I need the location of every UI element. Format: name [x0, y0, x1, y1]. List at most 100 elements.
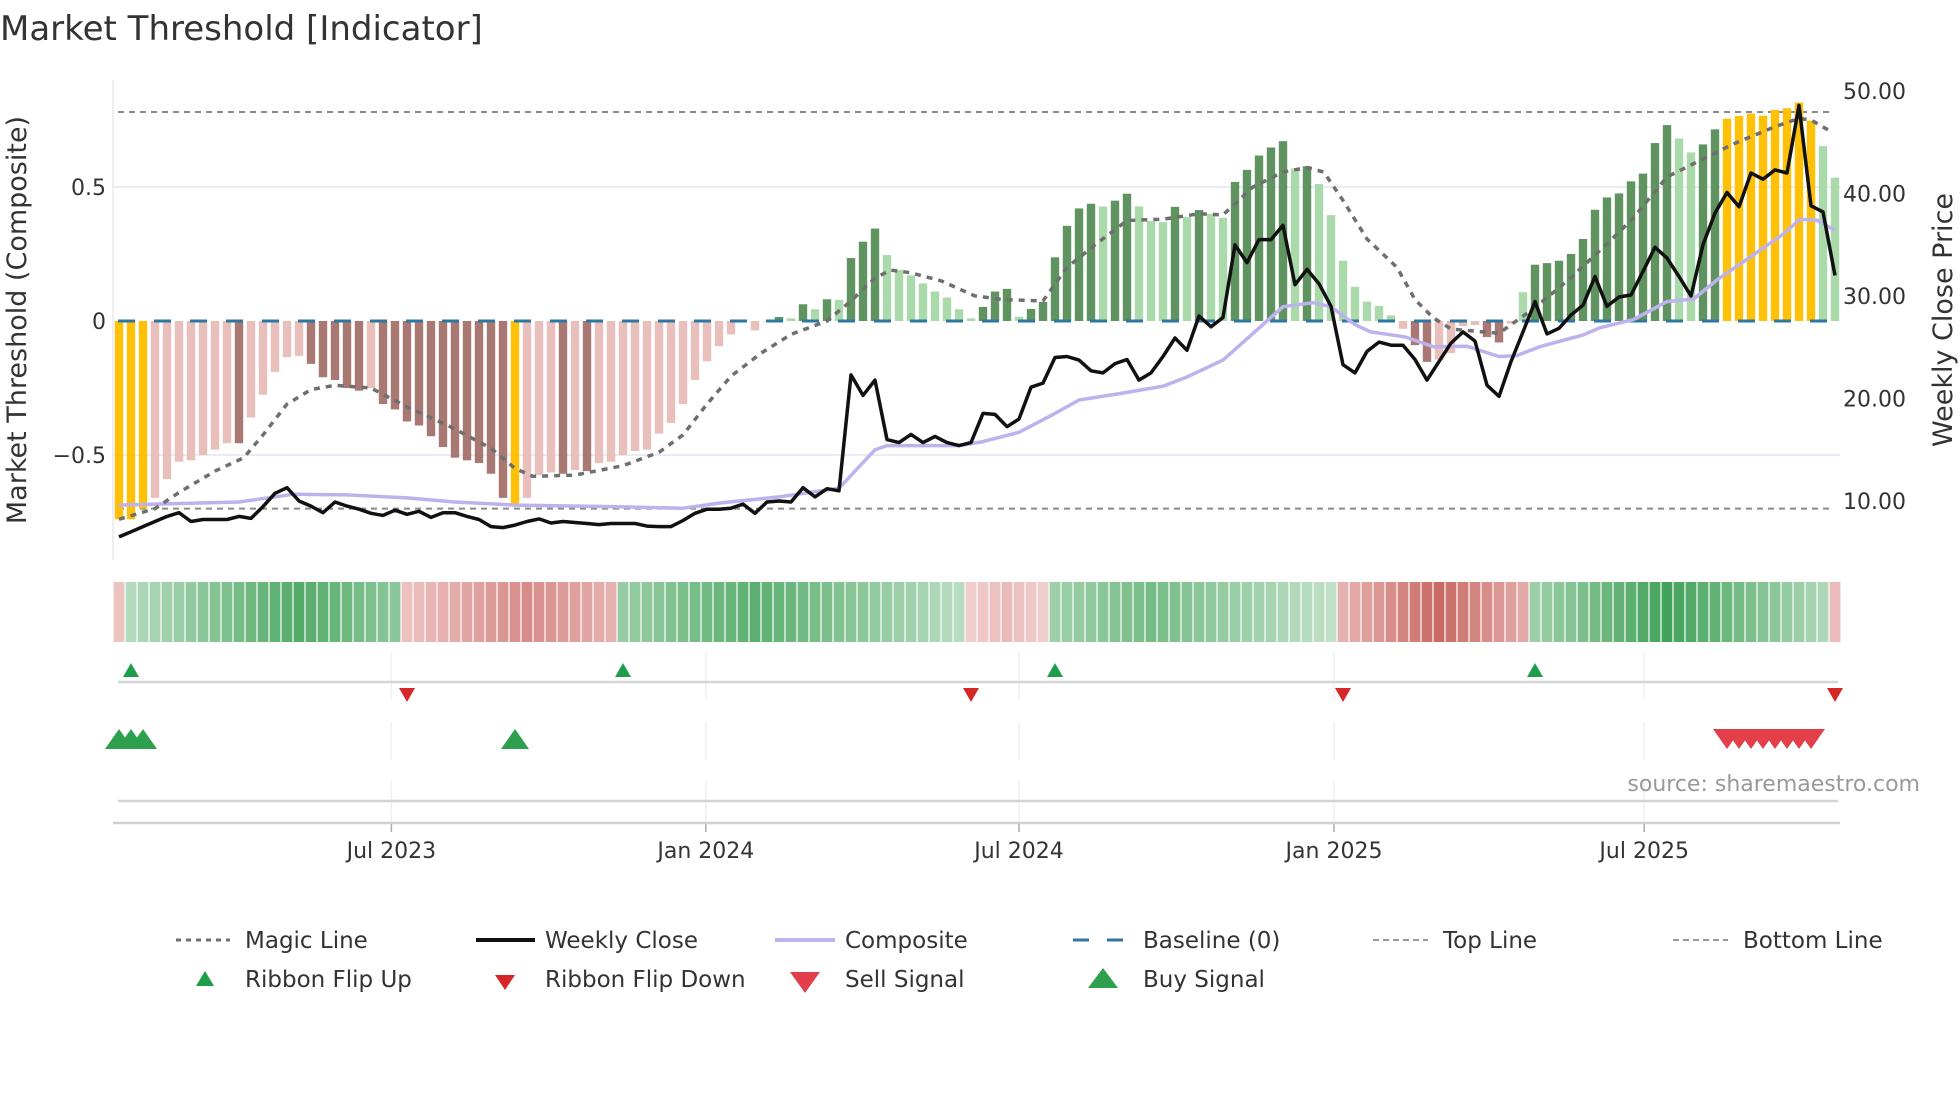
legend-item-ribbon-flip-up[interactable]: Ribbon Flip Up: [196, 967, 412, 993]
legend-label: Ribbon Flip Down: [545, 967, 746, 993]
ribbon-cell: [1517, 582, 1529, 642]
ribbon-cell: [665, 582, 677, 642]
composite-bar: [1590, 209, 1600, 321]
legend-item-bottom-line[interactable]: Bottom Line: [1673, 928, 1883, 954]
legend-item-buy-signal[interactable]: Buy Signal: [1088, 967, 1265, 993]
ribbon-cell: [1589, 582, 1601, 642]
ribbon-cell: [701, 582, 713, 642]
ribbon-cell: [1505, 582, 1517, 642]
ribbon-cell: [1025, 582, 1037, 642]
composite-bar: [438, 321, 448, 447]
composite-bar: [942, 297, 952, 321]
ribbon-cell: [1133, 582, 1145, 642]
composite-bar: [786, 318, 796, 321]
ribbon-cell: [821, 582, 833, 642]
composite-bar: [1290, 168, 1300, 321]
composite-bar: [270, 321, 280, 372]
signal-markers: [105, 663, 1843, 749]
composite-bar: [210, 321, 220, 450]
composite-bar: [558, 321, 568, 474]
legend: Magic Line Weekly Close Composite Baseli…: [176, 928, 1883, 993]
ribbon-flip-up-marker: [1527, 663, 1543, 677]
ribbon-cell: [761, 582, 773, 642]
market-threshold-chart: Market Threshold [Indicator] 0.5 0 −0.5 50.…: [0, 9, 1959, 993]
ribbon-cell: [1301, 582, 1313, 642]
legend-item-weekly-close[interactable]: Weekly Close: [476, 928, 698, 954]
ribbon-cell: [677, 582, 689, 642]
ribbon-cell: [809, 582, 821, 642]
ribbon-cell: [293, 582, 305, 642]
composite-bar: [894, 270, 904, 321]
legend-item-baseline[interactable]: Baseline (0): [1073, 928, 1280, 954]
composite-bar: [198, 321, 208, 455]
legend-item-top-line[interactable]: Top Line: [1373, 928, 1537, 954]
ribbon-cell: [1721, 582, 1733, 642]
ribbon-cell: [353, 582, 365, 642]
ribbon-cell: [773, 582, 785, 642]
ribbon-cell: [1613, 582, 1625, 642]
composite-bar: [462, 321, 472, 461]
ribbon-cell: [1637, 582, 1649, 642]
legend-label: Magic Line: [245, 928, 368, 954]
composite-bar: [618, 321, 628, 455]
ribbon-cell: [485, 582, 497, 642]
ribbon-cell: [1469, 582, 1481, 642]
ribbon-cell: [893, 582, 905, 642]
ribbon-cell: [1001, 582, 1013, 642]
ribbon-cell: [1145, 582, 1157, 642]
ribbon-cell: [1805, 582, 1817, 642]
ribbon-cell: [1577, 582, 1589, 642]
composite-bar: [1134, 206, 1144, 321]
composite-bar: [1542, 263, 1552, 321]
ribbon-cell: [1529, 582, 1541, 642]
ribbon-cell: [473, 582, 485, 642]
legend-item-composite[interactable]: Composite: [775, 928, 968, 954]
ribbon-cell: [449, 582, 461, 642]
ribbon-cell: [797, 582, 809, 642]
composite-bar: [318, 321, 328, 378]
ribbon-cell: [977, 582, 989, 642]
legend-item-ribbon-flip-down[interactable]: Ribbon Flip Down: [495, 967, 746, 993]
ribbon-cell: [869, 582, 881, 642]
ribbon-cell: [1829, 582, 1841, 642]
composite-bar: [510, 321, 520, 505]
ribbon-cell: [833, 582, 845, 642]
legend-item-magic-line[interactable]: Magic Line: [176, 928, 368, 954]
ribbon-cell: [1193, 582, 1205, 642]
ribbon-cell: [749, 582, 761, 642]
composite-bar: [414, 321, 424, 426]
ribbon-cell: [1169, 582, 1181, 642]
ribbon-cell: [545, 582, 557, 642]
composite-bar: [702, 321, 712, 362]
chart-title: Market Threshold [Indicator]: [0, 9, 483, 49]
legend-item-sell-signal[interactable]: Sell Signal: [790, 967, 965, 993]
ribbon-cell: [1217, 582, 1229, 642]
ribbon-cell: [581, 582, 593, 642]
ribbon-cell: [233, 582, 245, 642]
ribbon-cell: [1625, 582, 1637, 642]
composite-bar: [978, 306, 988, 321]
composite-bar: [1674, 138, 1684, 321]
ribbon-cell: [617, 582, 629, 642]
composite-bar: [630, 321, 640, 451]
ribbon-cell: [1073, 582, 1085, 642]
ribbon-cell: [305, 582, 317, 642]
composite-bar: [1434, 321, 1444, 360]
x-tick-label: Jul 2025: [1597, 839, 1689, 864]
ribbon-cell: [917, 582, 929, 642]
ribbon-cell: [1421, 582, 1433, 642]
ribbon-cell: [1409, 582, 1421, 642]
ribbon-cell: [1565, 582, 1577, 642]
composite-bar: [690, 321, 700, 380]
composite-bar: [1638, 173, 1648, 321]
composite-bar: [882, 255, 892, 321]
composite-bar: [642, 321, 652, 450]
composite-bar: [306, 321, 316, 364]
composite-bar: [798, 304, 808, 321]
composite-bar: [654, 321, 664, 434]
ribbon-cell: [1457, 582, 1469, 642]
ribbon-strip: [113, 582, 1841, 642]
composite-bar: [186, 321, 196, 461]
x-tick-label: Jul 2023: [345, 839, 437, 864]
composite-bar: [1482, 321, 1492, 338]
